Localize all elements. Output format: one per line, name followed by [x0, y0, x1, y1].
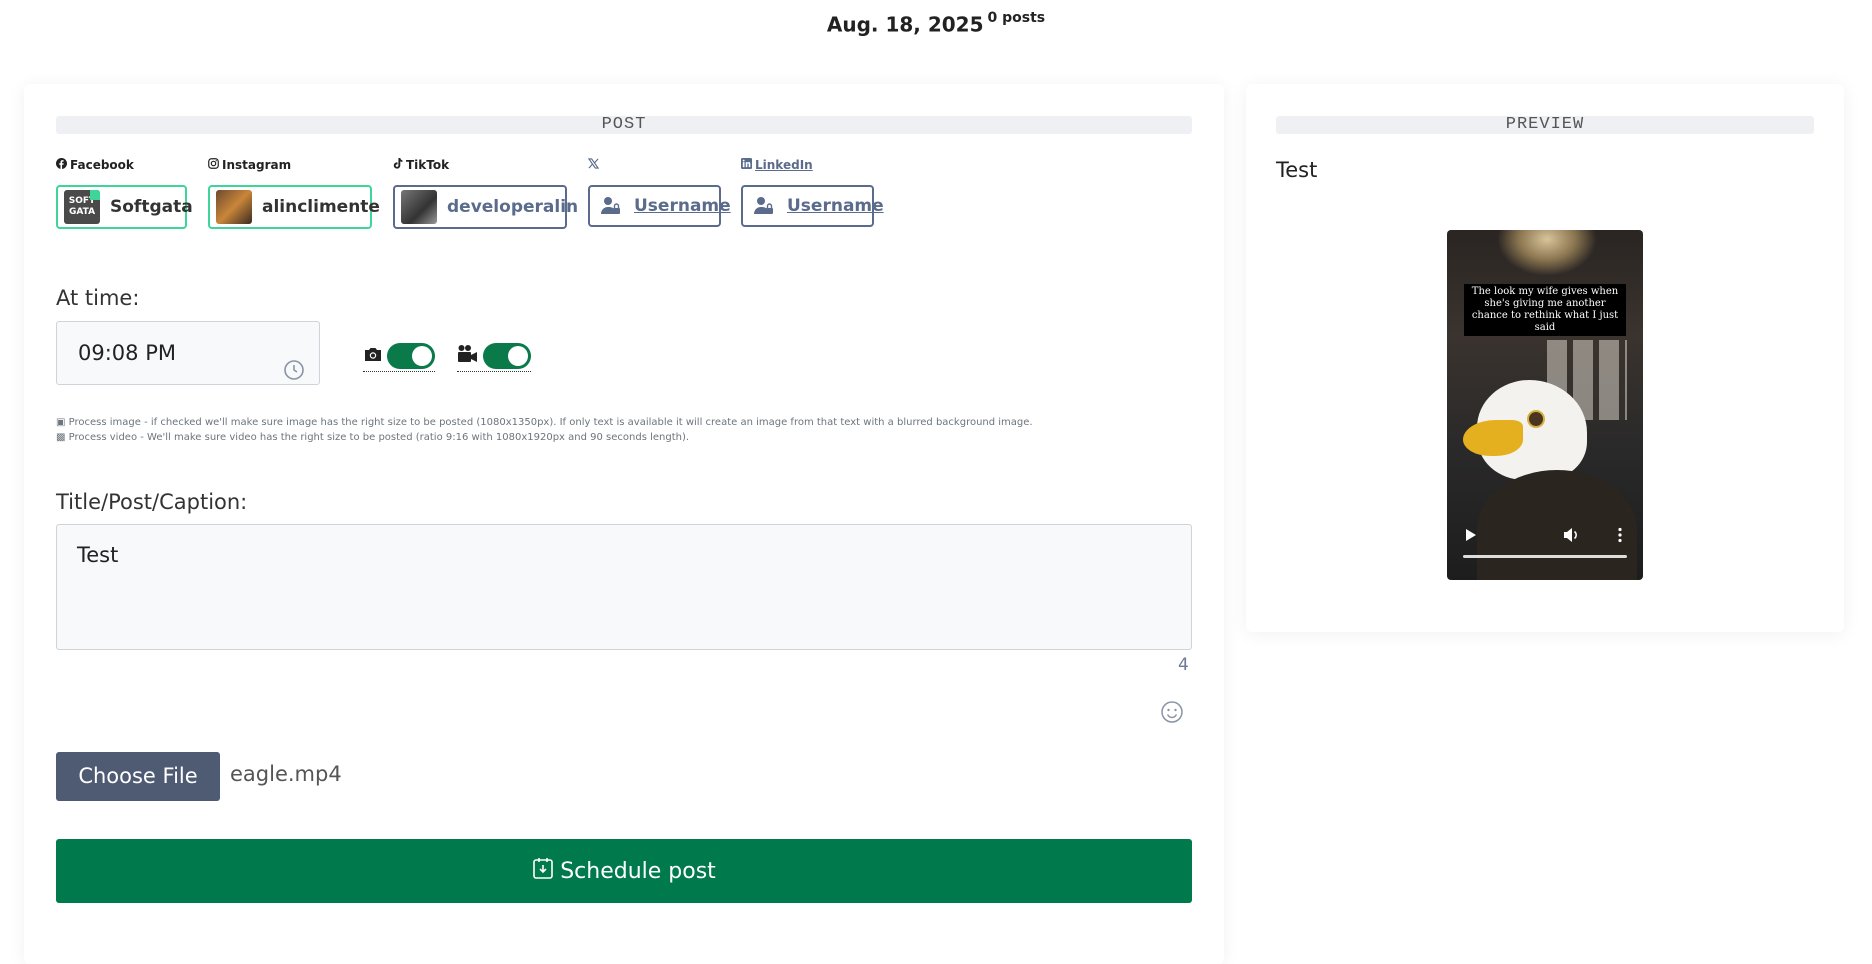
- play-icon[interactable]: [1461, 526, 1479, 544]
- platform-label: Instagram: [208, 157, 291, 173]
- date-text: Aug. 18, 2025: [826, 12, 984, 37]
- time-label: At time:: [56, 286, 140, 310]
- choose-file-button[interactable]: Choose File: [56, 752, 220, 801]
- avatar: [216, 190, 252, 224]
- user-lock-icon: [600, 195, 622, 217]
- tiktok-icon: [393, 157, 403, 173]
- platform-label: Facebook: [56, 157, 134, 173]
- schedule-post-button[interactable]: Schedule post: [56, 839, 1192, 903]
- preview-section-title: PREVIEW: [1276, 116, 1814, 134]
- page-header: Aug. 18, 2025 0 posts: [0, 0, 1872, 60]
- account-x-username[interactable]: Username: [588, 185, 731, 227]
- linkedin-icon: [741, 157, 752, 173]
- avatar: [401, 190, 437, 224]
- calendar-check-icon: [532, 857, 560, 885]
- post-section-title: POST: [56, 116, 1192, 134]
- schedule-post-label: Schedule post: [560, 858, 716, 884]
- platform-instagram: Instagram alinclimente: [208, 157, 380, 229]
- char-count: 4: [1178, 655, 1189, 675]
- clock-icon[interactable]: [283, 343, 305, 380]
- posts-count: 0 posts: [987, 10, 1046, 26]
- volume-icon[interactable]: [1562, 526, 1580, 544]
- account-name: Username: [634, 196, 731, 216]
- instagram-icon: [208, 157, 219, 173]
- account-name: developeralin: [447, 197, 579, 217]
- video-progress-bar[interactable]: [1463, 555, 1627, 558]
- video-camera-icon: [457, 344, 479, 368]
- camera-icon: [363, 346, 383, 366]
- process-video-toggle[interactable]: [483, 343, 531, 369]
- avatar: SOFT GATA: [64, 190, 100, 224]
- process-image-toggle[interactable]: [387, 343, 435, 369]
- preview-video[interactable]: The look my wife gives when she's giving…: [1447, 230, 1643, 580]
- account-softgata[interactable]: SOFT GATA Softgata: [56, 185, 193, 229]
- account-linkedin-username[interactable]: Username: [741, 185, 884, 227]
- chandelier: [1497, 230, 1597, 276]
- more-options-icon[interactable]: [1611, 526, 1629, 544]
- process-image-help: ▣ Process image - if checked we'll make …: [56, 417, 1033, 428]
- time-input[interactable]: 09:08 PM: [56, 321, 320, 385]
- account-developeralin[interactable]: developeralin: [393, 185, 578, 229]
- date-heading: Aug. 18, 2025 0 posts: [0, 10, 1872, 37]
- emoji-icon[interactable]: [1160, 700, 1184, 724]
- account-name: alinclimente: [262, 197, 380, 217]
- platform-facebook: Facebook SOFT GATA Softgata: [56, 157, 193, 229]
- account-alinclimente[interactable]: alinclimente: [208, 185, 380, 229]
- process-image-toggle-group: [363, 343, 435, 372]
- facebook-icon: [56, 157, 67, 173]
- eagle-body: [1477, 470, 1637, 580]
- platform-tiktok: TikTok developeralin: [393, 157, 578, 229]
- caption-label: Title/Post/Caption:: [56, 490, 248, 514]
- account-name: Softgata: [110, 197, 193, 217]
- platform-label: TikTok: [393, 157, 449, 173]
- user-lock-icon: [753, 195, 775, 217]
- platform-label: [587, 157, 602, 173]
- platform-label[interactable]: LinkedIn: [741, 157, 813, 173]
- caption-textarea[interactable]: Test: [56, 524, 1192, 650]
- process-video-help: ▩ Process video - We'll make sure video …: [56, 432, 690, 443]
- file-name: eagle.mp4: [230, 762, 342, 786]
- platform-linkedin: LinkedIn Username: [741, 157, 884, 227]
- platform-x: Username: [587, 157, 731, 227]
- process-video-toggle-group: [457, 343, 531, 372]
- eagle-eye: [1527, 410, 1545, 428]
- account-name: Username: [787, 196, 884, 216]
- preview-text: Test: [1276, 158, 1318, 182]
- camera-icon: ▣: [56, 417, 66, 428]
- video-caption-text: The look my wife gives when she's giving…: [1464, 284, 1626, 336]
- time-value: 09:08 PM: [78, 341, 176, 365]
- video-camera-icon: ▩: [56, 432, 66, 443]
- eagle-beak: [1463, 420, 1523, 456]
- x-icon: [587, 157, 600, 173]
